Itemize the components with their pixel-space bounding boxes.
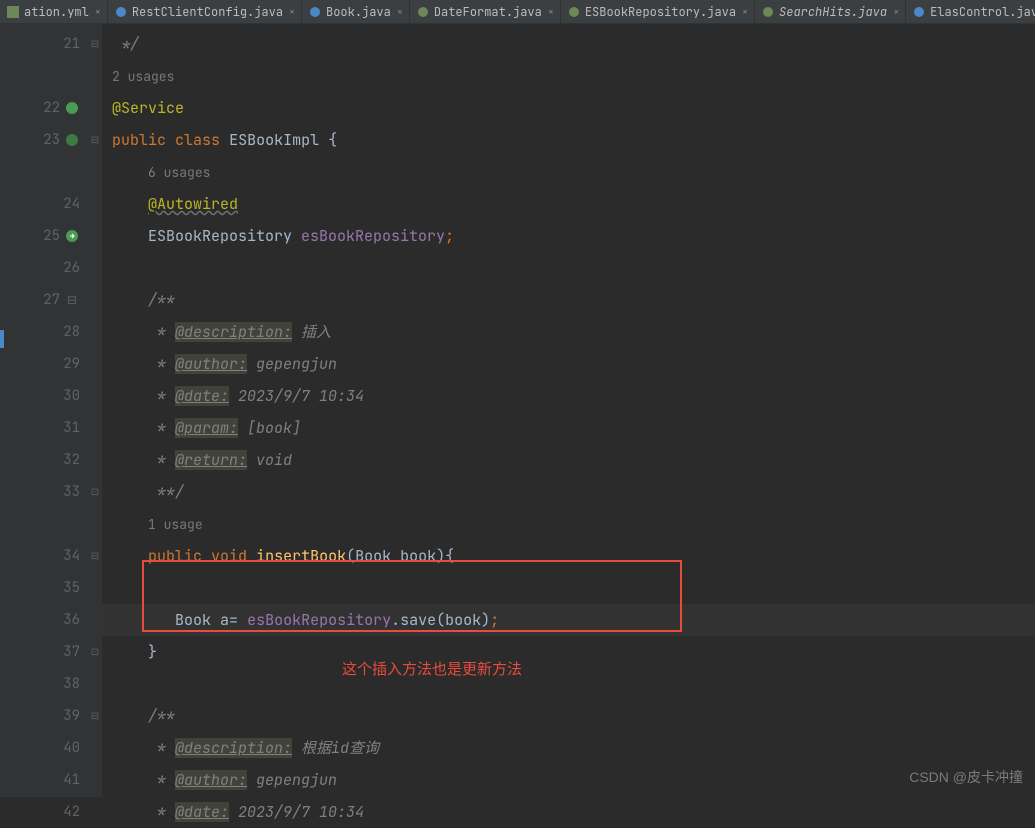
editor-tabs: ation.yml× RestClientConfig.java× Book.j…	[0, 0, 1035, 24]
yml-file-icon	[6, 5, 20, 19]
spring-bean-icon[interactable]	[64, 100, 80, 116]
fold-guide-icon: ⊟	[64, 292, 80, 308]
left-marker-strip	[0, 24, 18, 797]
java-class-icon	[308, 5, 322, 19]
close-icon[interactable]: ×	[893, 5, 899, 18]
usage-hint[interactable]: 1 usage	[148, 516, 203, 533]
close-icon[interactable]: ×	[548, 5, 554, 18]
spring-di-icon[interactable]	[64, 228, 80, 244]
java-interface-icon	[416, 5, 430, 19]
spring-bean-icon[interactable]	[64, 132, 80, 148]
annotation-text: 这个插入方法也是更新方法	[342, 658, 522, 679]
tab-searchhits[interactable]: SearchHits.java×	[755, 0, 906, 23]
close-icon[interactable]: ×	[95, 5, 101, 18]
java-class-icon	[114, 5, 128, 19]
java-interface-icon	[567, 5, 581, 19]
tab-book[interactable]: Book.java×	[302, 0, 410, 23]
tab-esbookrepository[interactable]: ESBookRepository.java×	[561, 0, 755, 23]
watermark: CSDN @皮卡冲撞	[909, 767, 1023, 787]
fold-column[interactable]: ⊟ ⊟ ⊡ ⊟ ⊡⊟	[88, 24, 102, 797]
code-text-area[interactable]: */ 2 usages @Service public class ESBook…	[102, 24, 1035, 797]
change-marker[interactable]	[0, 330, 4, 348]
tab-elascontrol[interactable]: ElasControl.java×	[906, 0, 1035, 23]
usage-hint[interactable]: 2 usages	[112, 68, 174, 85]
tab-restclientconfig[interactable]: RestClientConfig.java×	[108, 0, 302, 23]
java-interface-icon	[761, 5, 775, 19]
tab-dateformat[interactable]: DateFormat.java×	[410, 0, 561, 23]
java-class-icon	[912, 5, 926, 19]
close-icon[interactable]: ×	[289, 5, 295, 18]
close-icon[interactable]: ×	[742, 5, 748, 18]
close-icon[interactable]: ×	[397, 5, 403, 18]
usage-hint[interactable]: 6 usages	[148, 164, 210, 181]
line-gutter[interactable]: 21 22 23 24 25 26 27⊟ 28 29 30 31 32 33 …	[18, 24, 88, 797]
editor-area: 21 22 23 24 25 26 27⊟ 28 29 30 31 32 33 …	[0, 24, 1035, 797]
tab-ation-yml[interactable]: ation.yml×	[0, 0, 108, 23]
